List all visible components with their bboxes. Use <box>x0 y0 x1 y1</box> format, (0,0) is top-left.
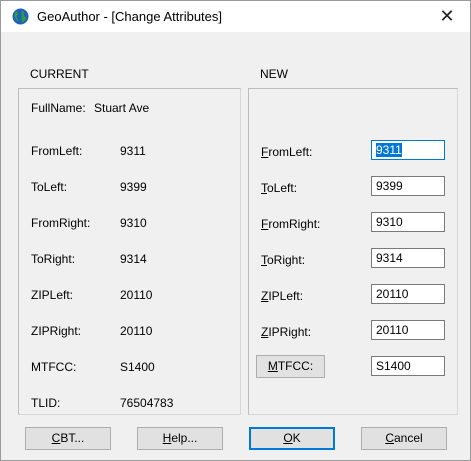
new-zipright-input[interactable]: 20110 <box>371 320 445 340</box>
new-toleft-input[interactable]: 9399 <box>371 176 445 196</box>
title-bar[interactable]: GeoAuthor - [Change Attributes] ✕ <box>1 1 470 32</box>
new-toright-input[interactable]: 9314 <box>371 248 445 268</box>
current-zipright-value: 20110 <box>120 324 153 338</box>
new-fromleft-input[interactable]: 9311 <box>371 140 445 160</box>
current-mtfcc-value: S1400 <box>120 360 155 374</box>
change-attributes-dialog: GeoAuthor - [Change Attributes] ✕ CURREN… <box>0 0 471 461</box>
new-group: FromLeft: 9311 ToLeft: 9399 FromRight: 9… <box>248 88 458 415</box>
current-zipright-label: ZIPRight: <box>31 324 82 338</box>
new-header: NEW <box>260 67 288 81</box>
current-fromleft-label: FromLeft: <box>31 144 83 158</box>
current-header: CURRENT <box>30 67 89 81</box>
current-zipleft-value: 20110 <box>120 288 153 302</box>
new-toleft-label: ToLeft: <box>261 181 298 195</box>
current-toleft-value: 9399 <box>120 180 147 194</box>
current-fromright-value: 9310 <box>120 216 147 230</box>
current-toright-value: 9314 <box>120 252 147 266</box>
help-button[interactable]: Help... <box>137 427 223 450</box>
new-zipleft-label: ZIPLeft: <box>261 289 304 303</box>
current-toright-label: ToRight: <box>31 252 76 266</box>
cbt-button[interactable]: CBT... <box>25 427 111 450</box>
window-title: GeoAuthor - [Change Attributes] <box>37 9 222 24</box>
globe-icon <box>12 8 29 25</box>
current-group: FullName: Stuart Ave FromLeft: 9311 ToLe… <box>18 88 241 415</box>
new-fromleft-label: FromLeft: <box>261 145 313 159</box>
current-tlid-label: TLID: <box>31 396 61 410</box>
ok-button[interactable]: OK <box>249 427 335 450</box>
fullname-label: FullName: <box>31 101 86 115</box>
current-toleft-label: ToLeft: <box>31 180 68 194</box>
new-zipright-label: ZIPRight: <box>261 325 312 339</box>
current-mtfcc-label: MTFCC: <box>31 360 77 374</box>
new-fromright-input[interactable]: 9310 <box>371 212 445 232</box>
fullname-value: Stuart Ave <box>94 101 150 115</box>
new-fromright-label: FromRight: <box>261 217 321 231</box>
mtfcc-button[interactable]: MTFCC: <box>256 355 325 378</box>
current-fromright-label: FromRight: <box>31 216 91 230</box>
close-button[interactable]: ✕ <box>424 1 470 32</box>
current-zipleft-label: ZIPLeft: <box>31 288 74 302</box>
new-mtfcc-input[interactable]: S1400 <box>371 356 445 376</box>
current-tlid-value: 76504783 <box>120 396 174 410</box>
current-fromleft-value: 9311 <box>120 144 146 158</box>
cancel-button[interactable]: Cancel <box>361 427 447 450</box>
new-toright-label: ToRight: <box>261 253 306 267</box>
new-zipleft-input[interactable]: 20110 <box>371 284 445 304</box>
